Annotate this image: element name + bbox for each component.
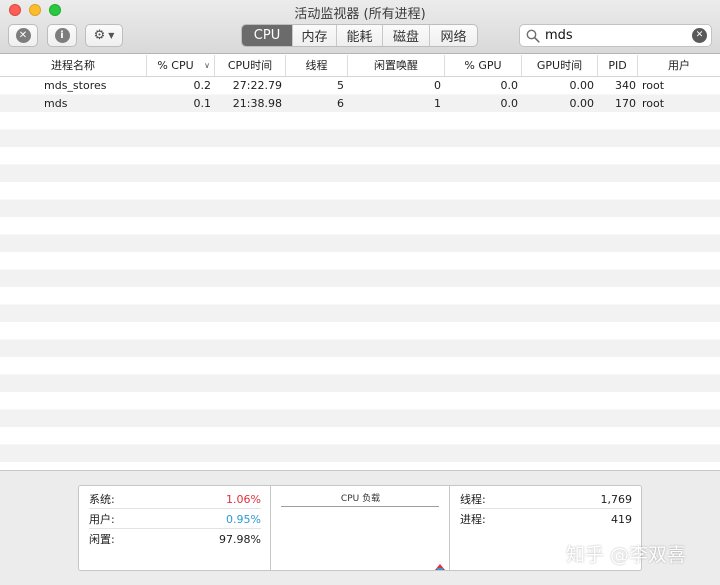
threads-label: 线程: (460, 493, 486, 506)
table-row[interactable]: mds 0.1 21:38.98 6 1 0.0 0.00 170 root (0, 95, 720, 113)
info-circle-icon: i (54, 28, 70, 43)
threads-value: 1,769 (600, 493, 633, 506)
table-row[interactable]: mds_stores 0.2 27:22.79 5 0 0.0 0.00 340… (0, 77, 720, 95)
sort-descending-icon: ∨ (204, 61, 210, 70)
thread-count: 6 (337, 96, 344, 110)
cpu-time: 27:22.79 (232, 79, 282, 92)
idle-wake-count: 0 (434, 79, 441, 92)
user-stat: 用户: 0.95% (89, 510, 261, 529)
idle-label: 闲置: (89, 533, 115, 546)
cpu-percent: 0.1 (193, 96, 212, 110)
column-header-cpu-time[interactable]: CPU时间 (215, 55, 286, 76)
column-header-gpu-time[interactable]: GPU时间 (522, 55, 598, 76)
process-table: mds_stores 0.2 27:22.79 5 0 0.0 0.00 340… (0, 77, 720, 470)
tab-energy[interactable]: 能耗 (336, 25, 382, 46)
processes-value: 419 (611, 513, 632, 526)
window-title: 活动监视器 (所有进程) (294, 7, 426, 22)
tab-memory[interactable]: 内存 (292, 25, 336, 46)
system-stat: 系统: 1.06% (89, 490, 261, 509)
action-menu-button[interactable]: ⚙ ▼ (85, 24, 123, 47)
gpu-time: 0.00 (569, 96, 595, 110)
idle-wake-count: 1 (434, 96, 441, 110)
search-field: ✕ (519, 24, 712, 47)
column-header-cpu[interactable]: % CPU ∨ (147, 55, 215, 76)
column-header-cpu-label: % CPU (157, 59, 194, 72)
cpu-load-spark (435, 564, 445, 570)
tab-cpu[interactable]: CPU (242, 25, 292, 46)
process-name: mds_stores (44, 79, 107, 92)
gpu-percent: 0.0 (500, 96, 519, 110)
column-header-pid[interactable]: PID (598, 55, 638, 76)
pid: 340 (615, 79, 636, 92)
inspect-process-button[interactable]: i (47, 24, 77, 47)
cpu-load-divider (281, 506, 439, 507)
chevron-down-icon: ▼ (108, 31, 115, 40)
user-label: 用户: (89, 513, 115, 526)
cpu-load-graph: CPU 负载 (271, 486, 450, 570)
gpu-time: 0.00 (569, 79, 595, 92)
user: root (642, 96, 665, 110)
column-header-user[interactable]: 用户 (638, 55, 720, 76)
column-header-name[interactable]: 进程名称 (0, 55, 147, 76)
user: root (642, 79, 665, 92)
column-header-idle-wake[interactable]: 闲置唤醒 (348, 55, 445, 76)
gear-icon: ⚙ (93, 28, 106, 43)
tab-disk[interactable]: 磁盘 (382, 25, 429, 46)
idle-stat: 闲置: 97.98% (89, 530, 261, 549)
idle-value: 97.98% (219, 533, 261, 546)
system-label: 系统: (89, 493, 115, 506)
cpu-load-title: CPU 负载 (340, 494, 381, 504)
thread-count: 5 (337, 79, 344, 92)
stop-process-button[interactable]: ✕ (8, 24, 38, 47)
column-header-gpu[interactable]: % GPU (445, 55, 522, 76)
system-value: 1.06% (226, 493, 261, 506)
view-tabs: CPU 内存 能耗 磁盘 网络 (241, 24, 478, 47)
cpu-time: 21:38.98 (232, 96, 282, 110)
threads-stat: 线程: 1,769 (460, 490, 632, 509)
search-icon (526, 29, 540, 43)
cpu-percent: 0.2 (193, 79, 212, 92)
clear-icon[interactable]: ✕ (692, 28, 707, 43)
cpu-usage-breakdown: 系统: 1.06% 用户: 0.95% 闲置: 97.98% (79, 486, 271, 570)
process-name: mds (44, 96, 68, 110)
x-circle-icon: ✕ (15, 28, 31, 43)
watermark: 知乎 @李双喜 (566, 544, 687, 566)
table-header: 进程名称 % CPU ∨ CPU时间 线程 闲置唤醒 % GPU GPU时间 P… (0, 55, 720, 77)
processes-stat: 进程: 419 (460, 510, 632, 529)
search-input[interactable] (545, 27, 685, 44)
summary-panel: 系统: 1.06% 用户: 0.95% 闲置: 97.98% CPU 负载 线程… (0, 470, 720, 585)
processes-label: 进程: (460, 513, 486, 526)
pid: 170 (615, 96, 636, 110)
gpu-percent: 0.0 (500, 79, 519, 92)
tab-network[interactable]: 网络 (429, 25, 477, 46)
cpu-stats-box: 系统: 1.06% 用户: 0.95% 闲置: 97.98% CPU 负载 线程… (78, 485, 642, 571)
user-value: 0.95% (226, 513, 261, 526)
column-header-threads[interactable]: 线程 (286, 55, 348, 76)
toolbar: 活动监视器 (所有进程) ✕ i ⚙ ▼ CPU 内存 能耗 磁盘 网络 ✕ (0, 0, 720, 54)
